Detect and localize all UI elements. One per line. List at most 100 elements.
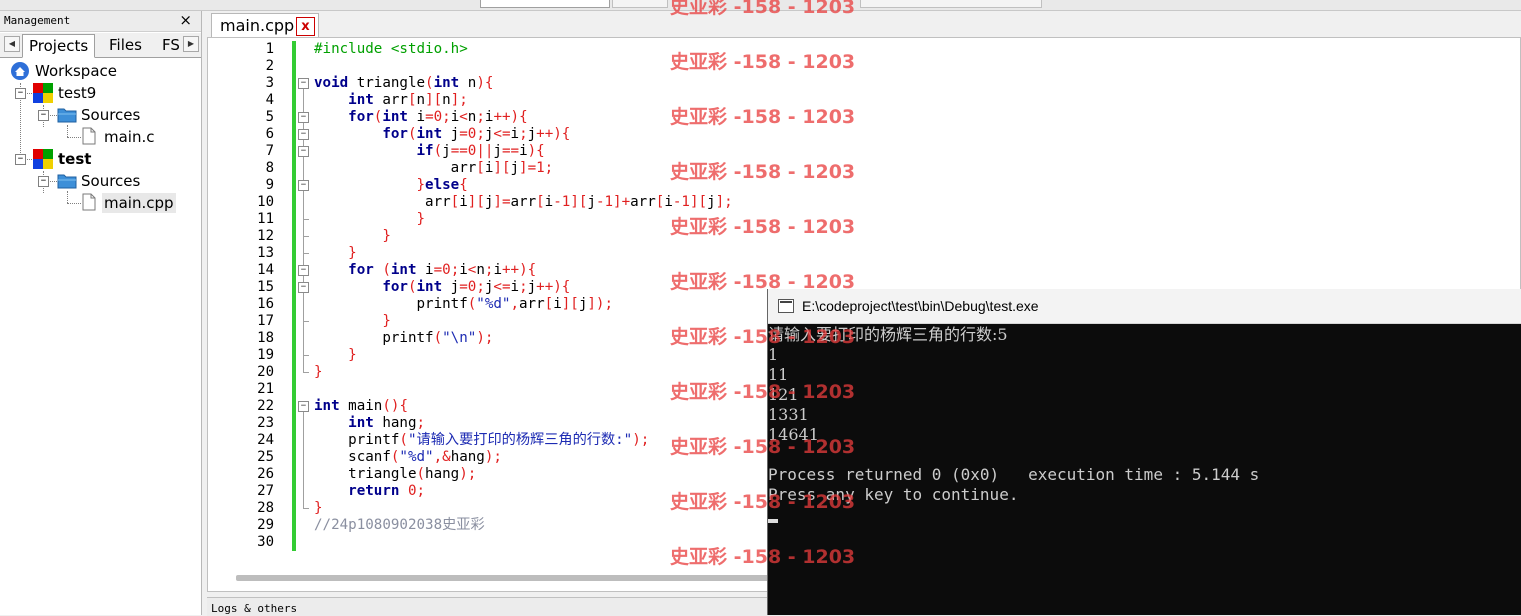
- fold-end-marker: [303, 321, 309, 322]
- tab-fs[interactable]: FS: [156, 34, 186, 56]
- line-number: 2: [265, 58, 274, 74]
- code-line[interactable]: }else{: [314, 177, 468, 194]
- fold-end-marker: [303, 236, 309, 237]
- line-number: 7: [265, 143, 274, 159]
- fold-toggle-icon[interactable]: −: [298, 282, 309, 293]
- code-line[interactable]: int main(){: [314, 398, 408, 415]
- folder-icon: [57, 108, 77, 123]
- close-tab-icon[interactable]: x: [296, 17, 315, 36]
- line-number: 19: [257, 347, 274, 363]
- fold-toggle-icon[interactable]: −: [298, 265, 309, 276]
- expand-collapse-icon[interactable]: −: [38, 110, 49, 121]
- line-number: 30: [257, 534, 274, 550]
- tree-folder-sources[interactable]: Sources: [81, 171, 140, 191]
- code-line[interactable]: }: [314, 313, 391, 330]
- horizontal-scrollbar[interactable]: [236, 575, 776, 581]
- code-line[interactable]: #include <stdio.h>: [314, 41, 468, 58]
- line-number: 18: [257, 330, 274, 346]
- fold-guide: [303, 412, 304, 508]
- line-number: 4: [265, 92, 274, 108]
- code-line[interactable]: printf("\n");: [314, 330, 493, 347]
- tab-scroll-right-icon[interactable]: ▶: [183, 36, 199, 52]
- expand-collapse-icon[interactable]: −: [38, 176, 49, 187]
- code-line[interactable]: }: [314, 211, 426, 228]
- tree-project-test9[interactable]: test9: [58, 83, 96, 103]
- console-line: 请输入要打印的杨辉三角的行数:5: [768, 325, 1008, 344]
- code-line[interactable]: }: [314, 364, 323, 381]
- fold-end-marker: [303, 253, 309, 254]
- fold-toggle-icon[interactable]: −: [298, 401, 309, 412]
- console-window[interactable]: E:\codeproject\test\bin\Debug\test.exe 请…: [767, 289, 1521, 615]
- tree-file-main-c[interactable]: main.c: [104, 127, 155, 147]
- console-line: 121: [768, 385, 799, 404]
- fold-toggle-icon[interactable]: −: [298, 129, 309, 140]
- code-line[interactable]: int hang;: [314, 415, 425, 432]
- fold-toggle-icon[interactable]: −: [298, 180, 309, 191]
- fold-toggle-icon[interactable]: −: [298, 112, 309, 123]
- project-icon: [33, 83, 53, 103]
- editor-tab-bar: main.cpp x: [207, 11, 1521, 38]
- console-line: 14641: [768, 425, 819, 444]
- management-title-bar: Management ×: [0, 11, 201, 32]
- tab-files[interactable]: Files: [103, 34, 148, 56]
- code-line[interactable]: }: [314, 228, 391, 245]
- line-number: 12: [257, 228, 274, 244]
- tree-connector: [67, 125, 68, 137]
- code-line[interactable]: arr[i][j]=1;: [314, 160, 554, 177]
- code-line[interactable]: int arr[n][n];: [314, 92, 468, 109]
- close-icon[interactable]: ×: [179, 11, 192, 29]
- tree-workspace[interactable]: Workspace: [35, 61, 117, 81]
- line-number-gutter: 1 2 3 4 5 6 7 8 9 10 11 12 13 14 15 16 17 18 19 20 21 22 23 24 2…: [208, 38, 292, 553]
- fold-end-marker: [303, 355, 309, 356]
- code-line[interactable]: if(j==0||j==i){: [314, 143, 545, 160]
- toolbar-combo-box-2[interactable]: [612, 0, 668, 8]
- line-number: 15: [257, 279, 274, 295]
- line-number: 14: [257, 262, 274, 278]
- line-number: 6: [265, 126, 274, 142]
- code-line[interactable]: return 0;: [314, 483, 425, 500]
- expand-collapse-icon[interactable]: −: [15, 154, 26, 165]
- tab-label: main.cpp: [220, 16, 295, 35]
- line-number: 24: [257, 432, 274, 448]
- line-number: 20: [257, 364, 274, 380]
- expand-collapse-icon[interactable]: −: [15, 88, 26, 99]
- management-title: Management: [4, 14, 71, 27]
- tab-scroll-left-icon[interactable]: ◀: [4, 36, 20, 52]
- toolbar-combo-box-3[interactable]: [860, 0, 1042, 8]
- line-number: 21: [257, 381, 274, 397]
- fold-toggle-icon[interactable]: −: [298, 78, 309, 89]
- code-line[interactable]: triangle(hang);: [314, 466, 476, 483]
- tab-projects[interactable]: Projects: [22, 34, 96, 58]
- line-number: 11: [257, 211, 274, 227]
- management-tabs: ◀ Projects Files FS ▶: [0, 33, 201, 58]
- toolbar-combo-box[interactable]: [480, 0, 610, 8]
- tab-main-cpp[interactable]: main.cpp x: [211, 13, 319, 38]
- code-line[interactable]: //24p1080902038史亚彩: [314, 517, 485, 534]
- code-line[interactable]: printf("%d",arr[i][j]);: [314, 296, 613, 313]
- line-number: 28: [257, 500, 274, 516]
- management-panel: Management × ◀ Projects Files FS ▶ Works…: [0, 11, 202, 615]
- line-number: 8: [265, 160, 274, 176]
- code-line[interactable]: }: [314, 245, 357, 262]
- code-line[interactable]: void triangle(int n){: [314, 75, 493, 92]
- tree-folder-sources[interactable]: Sources: [81, 105, 140, 125]
- code-line[interactable]: for(int j=0;j<=i;j++){: [314, 126, 570, 143]
- line-number: 13: [257, 245, 274, 261]
- tree-project-test[interactable]: test: [58, 149, 91, 169]
- code-line[interactable]: }: [314, 347, 357, 364]
- tree-file-main-cpp[interactable]: main.cpp: [102, 193, 176, 213]
- line-number: 1: [265, 41, 274, 57]
- code-line[interactable]: }: [314, 500, 323, 517]
- code-line[interactable]: for (int i=0;i<n;i++){: [314, 262, 536, 279]
- fold-toggle-icon[interactable]: −: [298, 146, 309, 157]
- code-line[interactable]: scanf("%d",&hang);: [314, 449, 502, 466]
- code-line[interactable]: printf("请输入要打印的杨辉三角的行数:");: [314, 432, 649, 449]
- code-line[interactable]: for(int i=0;i<n;i++){: [314, 109, 527, 126]
- console-line: 11: [768, 365, 789, 384]
- project-icon: [33, 149, 53, 169]
- code-line[interactable]: for(int j=0;j<=i;j++){: [314, 279, 570, 296]
- file-icon: [82, 127, 96, 145]
- console-title-bar: E:\codeproject\test\bin\Debug\test.exe: [768, 289, 1521, 324]
- code-line[interactable]: arr[i][j]=arr[i-1][j-1]+arr[i-1][j];: [314, 194, 733, 211]
- console-line: Process returned 0 (0x0) execution time …: [768, 465, 1260, 484]
